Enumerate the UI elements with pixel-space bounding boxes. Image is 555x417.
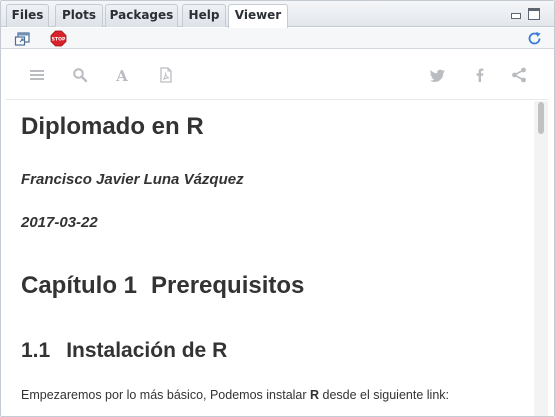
- maximize-pane-icon[interactable]: [528, 8, 540, 20]
- font-settings-icon[interactable]: A: [114, 67, 130, 83]
- scrollbar-thumb[interactable]: [538, 102, 544, 134]
- paragraph-text-start: Empezaremos por lo más básico, Podemos i…: [21, 388, 311, 402]
- section-title: Instalación de R: [66, 339, 228, 362]
- tab-help[interactable]: Help: [182, 4, 226, 27]
- minimize-pane-icon[interactable]: [510, 9, 522, 20]
- intro-paragraph: Empezaremos por lo más básico, Podemos i…: [21, 388, 449, 402]
- toc-toggle-icon[interactable]: [29, 67, 45, 83]
- section-heading: 1.1 Instalación de R: [21, 339, 227, 363]
- document-author: Francisco Javier Luna Vázquez: [21, 171, 244, 188]
- tab-viewer[interactable]: Viewer: [228, 4, 288, 28]
- scrollbar-track[interactable]: [534, 101, 548, 416]
- viewer-toolbar: STOP: [1, 28, 554, 49]
- paragraph-text-end: desde el siguiente link:: [319, 388, 449, 402]
- pane-tab-bar: Files Plots Packages Help Viewer: [1, 1, 554, 28]
- show-in-new-window-icon[interactable]: [14, 30, 31, 47]
- book-header-toolbar: A: [6, 50, 548, 100]
- chapter-heading: Capítulo 1 Prerequisitos: [21, 272, 304, 300]
- chapter-title: Prerequisitos: [151, 272, 305, 299]
- book-content: Diplomado en R Francisco Javier Luna Váz…: [6, 101, 533, 416]
- pdf-download-icon[interactable]: [158, 67, 174, 83]
- twitter-icon[interactable]: [430, 67, 446, 83]
- facebook-icon[interactable]: [472, 67, 488, 83]
- refresh-icon[interactable]: [526, 30, 543, 47]
- tab-plots[interactable]: Plots: [55, 4, 103, 27]
- stop-icon[interactable]: STOP: [50, 30, 67, 47]
- svg-text:A: A: [115, 67, 128, 83]
- chapter-number: Capítulo 1: [21, 272, 138, 299]
- section-number: 1.1: [21, 339, 51, 362]
- tab-files[interactable]: Files: [6, 4, 49, 27]
- document-title: Diplomado en R: [21, 113, 204, 140]
- tab-packages[interactable]: Packages: [105, 4, 178, 27]
- share-icon[interactable]: [511, 67, 527, 83]
- search-icon[interactable]: [72, 67, 88, 83]
- paragraph-bold-r: R: [310, 388, 320, 402]
- document-date: 2017-03-22: [21, 214, 98, 231]
- svg-text:STOP: STOP: [52, 37, 66, 43]
- viewer-pane: Files Plots Packages Help Viewer STOP A …: [0, 0, 555, 417]
